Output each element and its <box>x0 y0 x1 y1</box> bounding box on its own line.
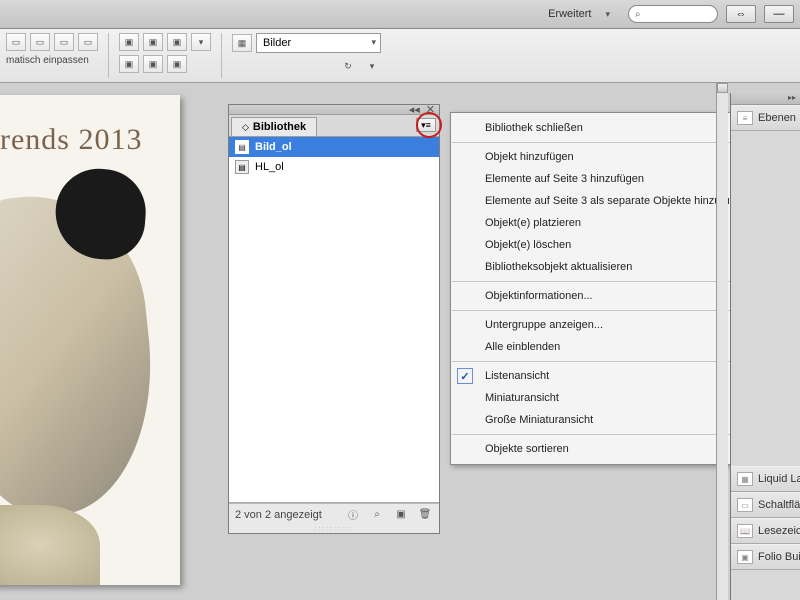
fit-opt-2[interactable]: ▭ <box>30 33 50 51</box>
page-image <box>0 185 166 524</box>
misc-1[interactable]: ↻ <box>338 57 358 75</box>
align-4[interactable]: ▾ <box>191 33 211 51</box>
folio-icon: ▣ <box>737 550 753 564</box>
misc-2[interactable]: ▾ <box>362 57 382 75</box>
panel-resize-grip[interactable]: :::::::::: <box>229 525 439 533</box>
liquid-icon: ▦ <box>737 472 753 486</box>
list-item[interactable]: ▤ HL_ol <box>229 157 439 177</box>
search-icon: ⌕ <box>635 9 641 20</box>
page-image-2 <box>0 505 100 585</box>
buttons-icon: ▭ <box>737 498 753 512</box>
tab-label: Bibliothek <box>253 121 306 133</box>
page-icon: ▤ <box>235 160 249 174</box>
minimize-icon: — <box>774 8 785 20</box>
dock-item-folio[interactable]: ▣Folio Build <box>731 544 800 570</box>
dock-item-layers[interactable]: ≡Ebenen <box>731 105 800 131</box>
page: rends 2013 <box>0 95 180 585</box>
new-icon[interactable]: ▣ <box>393 508 409 522</box>
minimize-button[interactable]: — <box>764 5 794 23</box>
panel-titlebar[interactable]: ◂◂✕ <box>229 105 439 115</box>
panel-tabbar: ◇ Bibliothek ▾≡ <box>229 115 439 137</box>
app-topbar: Erweitert ▾ ⌕ ⇔ — <box>0 0 800 29</box>
align-7[interactable]: ▣ <box>167 55 187 73</box>
page-title: rends 2013 <box>0 95 180 157</box>
align-1[interactable]: ▣ <box>119 33 139 51</box>
align-5[interactable]: ▣ <box>119 55 139 73</box>
info-icon[interactable]: ⓘ <box>345 508 361 522</box>
page-icon: ▤ <box>235 140 249 154</box>
status-text: 2 von 2 angezeigt <box>235 509 322 521</box>
dropdown-value: Bilder <box>263 37 291 49</box>
document-canvas[interactable]: rends 2013 <box>0 95 200 600</box>
dropdown-group: ▦ Bilder ↻ ▾ <box>232 33 392 78</box>
layers-icon: ≡ <box>737 111 753 125</box>
trash-icon[interactable]: 🗑 <box>417 508 433 522</box>
list-item-label: Bild_ol <box>255 141 292 153</box>
icon-prefix[interactable]: ▦ <box>232 34 252 52</box>
tab-library[interactable]: ◇ Bibliothek <box>231 117 317 136</box>
search-field[interactable]: ⌕ <box>628 5 718 23</box>
dropdown-icon[interactable]: ▾ <box>605 9 610 20</box>
align-3[interactable]: ▣ <box>167 33 187 51</box>
workspace-mode-label[interactable]: Erweitert <box>548 8 591 20</box>
fit-opt-4[interactable]: ▭ <box>78 33 98 51</box>
vertical-scrollbar[interactable] <box>716 83 728 600</box>
fit-label: matisch einpassen <box>6 55 98 66</box>
dock-item-bookmarks[interactable]: 📖Lesezeich <box>731 518 800 544</box>
list-item-label: HL_ol <box>255 161 284 173</box>
panel-statusbar: 2 von 2 angezeigt ⓘ ⌕ ▣ 🗑 <box>229 503 439 525</box>
window-swap-button[interactable]: ⇔ <box>726 5 756 23</box>
align-2[interactable]: ▣ <box>143 33 163 51</box>
dock-topstrip[interactable]: ▸▸ <box>731 93 800 105</box>
panel-flyout-button[interactable]: ▾≡ <box>416 118 436 132</box>
tab-sort-icon: ◇ <box>242 122 249 133</box>
align-6[interactable]: ▣ <box>143 55 163 73</box>
scrollbar-thumb[interactable] <box>717 83 728 93</box>
swap-icon: ⇔ <box>736 8 747 20</box>
check-icon: ✓ <box>457 368 473 384</box>
align-group: ▣ ▣ ▣ ▾ ▣ ▣ ▣ <box>119 33 222 78</box>
list-item[interactable]: ▤ Bild_ol <box>229 137 439 157</box>
category-dropdown[interactable]: Bilder <box>256 33 381 53</box>
bookmark-icon: 📖 <box>737 524 753 538</box>
right-panel-dock: ▸▸ ≡Ebenen ▦Liquid Layer ▭Schaltfläc 📖Le… <box>730 93 800 600</box>
fit-group: ▭ ▭ ▭ ▭ matisch einpassen <box>6 33 109 78</box>
dock-item-liquid[interactable]: ▦Liquid Layer <box>731 466 800 492</box>
library-item-list: ▤ Bild_ol ▤ HL_ol <box>229 137 439 503</box>
library-panel: ◂◂✕ ◇ Bibliothek ▾≡ ▤ Bild_ol ▤ HL_ol 2 … <box>228 104 440 534</box>
options-toolbar: ▭ ▭ ▭ ▭ matisch einpassen ▣ ▣ ▣ ▾ ▣ ▣ ▣ … <box>0 29 800 83</box>
dock-item-buttons[interactable]: ▭Schaltfläc <box>731 492 800 518</box>
fit-opt-3[interactable]: ▭ <box>54 33 74 51</box>
fit-opt-1[interactable]: ▭ <box>6 33 26 51</box>
find-icon[interactable]: ⌕ <box>369 508 385 522</box>
